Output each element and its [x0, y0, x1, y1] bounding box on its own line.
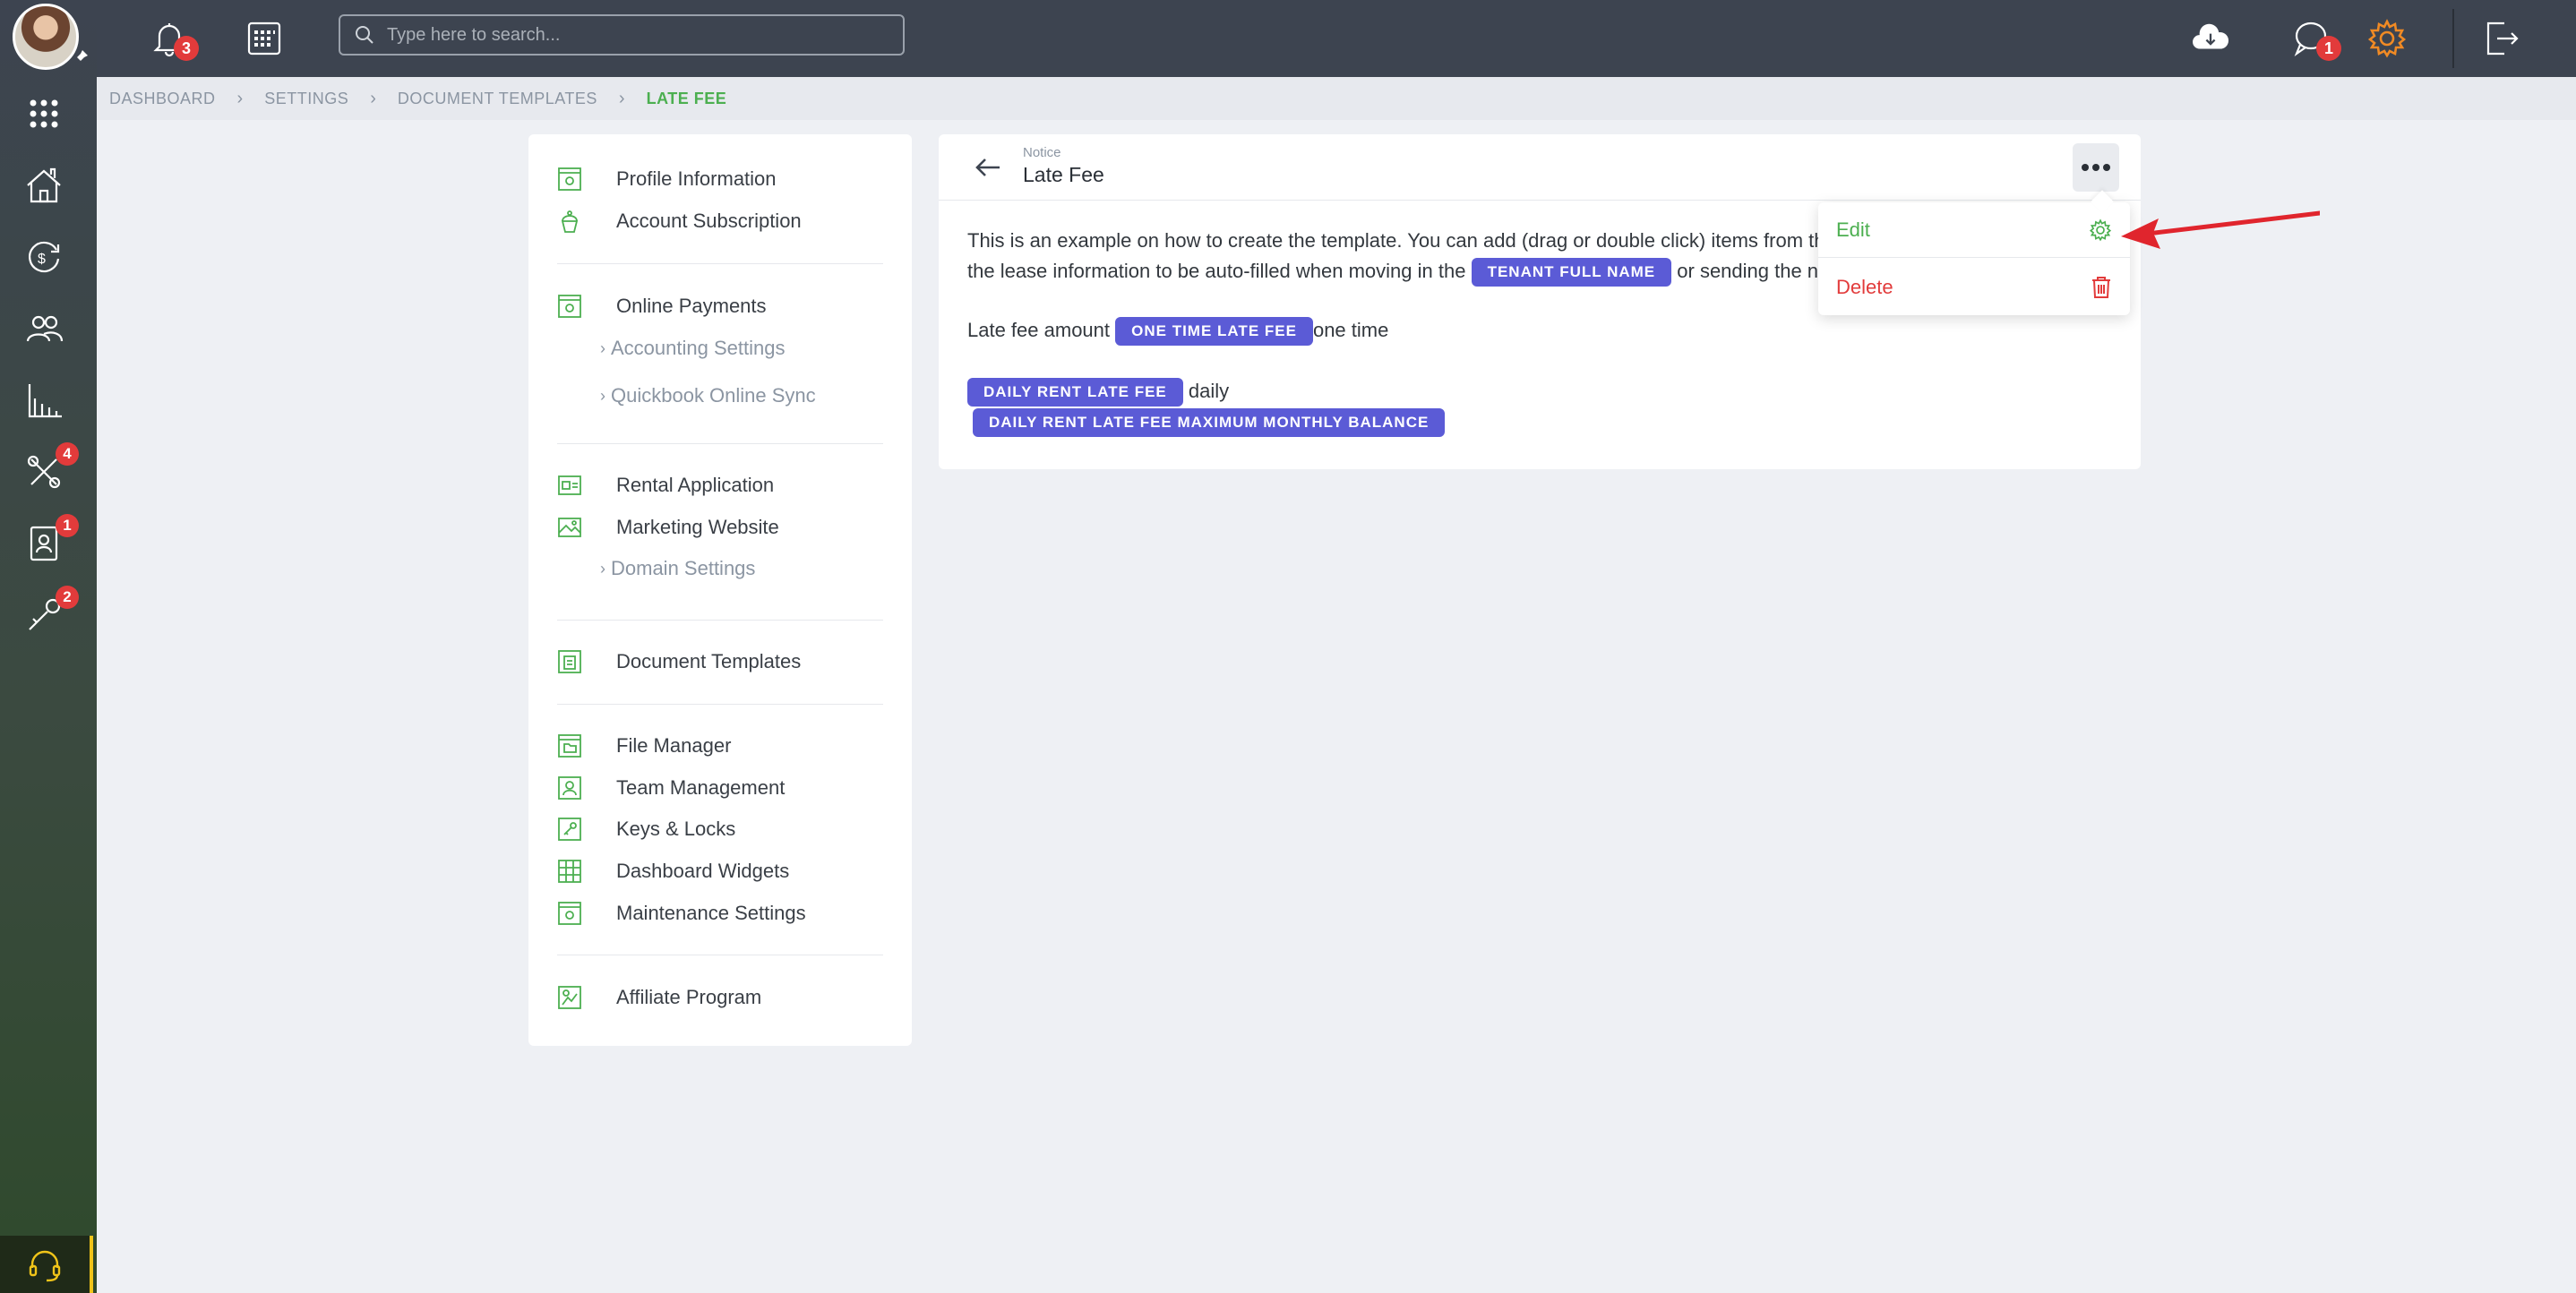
breadcrumb-late-fee: LATE FEE — [646, 89, 727, 107]
team-icon — [558, 776, 581, 800]
breadcrumb-separator: › — [236, 88, 244, 108]
back-arrow-icon[interactable] — [973, 152, 1003, 183]
cloud-download-icon[interactable] — [2184, 14, 2237, 63]
menu-maintenance-settings[interactable]: Maintenance Settings — [557, 901, 806, 926]
key-icon — [558, 818, 581, 841]
payments-icon[interactable]: $ — [20, 233, 68, 281]
delete-menu-item[interactable]: Delete — [1818, 260, 2130, 315]
messages-icon[interactable]: 1 — [2288, 14, 2341, 63]
menu-dashboard-widgets[interactable]: Dashboard Widgets — [557, 859, 789, 884]
menu-divider — [557, 443, 883, 444]
notifications-badge: 3 — [174, 36, 199, 61]
folder-doc-icon — [558, 734, 581, 758]
breadcrumb-dashboard[interactable]: DASHBOARD — [109, 90, 216, 108]
menu-online-payments[interactable]: Online Payments — [557, 294, 767, 319]
gear-icon — [2089, 218, 2112, 241]
chevron-right-icon: › — [600, 559, 605, 578]
tenant-full-name-chip[interactable]: TENANT FULL NAME — [1471, 258, 1672, 287]
edit-menu-item[interactable]: Edit — [1818, 202, 2130, 258]
document-icon — [558, 650, 581, 673]
payments-doc-icon — [558, 295, 581, 318]
affiliate-icon — [558, 986, 581, 1009]
menu-team-management[interactable]: Team Management — [557, 775, 785, 801]
notice-header: Notice Late Fee — [939, 134, 2141, 201]
template-line-5: DAILY RENT LATE FEE MAXIMUM MONTHLY BALA… — [973, 408, 1446, 437]
dot-icon — [2103, 164, 2110, 171]
application-icon — [558, 475, 581, 495]
logout-icon[interactable] — [2477, 14, 2526, 63]
search-icon — [356, 26, 374, 44]
widgets-grid-icon — [558, 860, 581, 883]
menu-document-templates[interactable]: Document Templates — [557, 649, 801, 674]
user-avatar[interactable] — [13, 4, 79, 70]
more-options-button[interactable] — [2073, 143, 2119, 192]
calendar-icon[interactable] — [240, 14, 288, 63]
chevron-right-icon: › — [600, 338, 605, 357]
daily-rent-max-balance-chip[interactable]: DAILY RENT LATE FEE MAXIMUM MONTHLY BALA… — [973, 408, 1446, 437]
pin-icon[interactable] — [72, 48, 90, 66]
tools-badge: 2 — [56, 586, 79, 609]
settings-menu: Profile Information Account Subscription… — [528, 134, 912, 1046]
red-annotation-arrow — [2121, 210, 2320, 249]
template-line-4: DAILY RENT LATE FEE daily — [967, 378, 1229, 407]
apps-grid-icon[interactable] — [20, 90, 68, 138]
support-headset-icon[interactable] — [0, 1236, 93, 1293]
maintenance-doc-icon — [558, 902, 581, 925]
breadcrumb-settings[interactable]: SETTINGS — [264, 90, 348, 108]
profile-doc-icon — [558, 167, 581, 191]
submenu-quickbook-online-sync[interactable]: › Quickbook Online Sync — [600, 384, 816, 407]
options-dropdown: Edit Delete — [1818, 202, 2130, 315]
breadcrumb-separator: › — [370, 88, 376, 108]
messages-badge: 1 — [2316, 36, 2341, 61]
template-line-3: Late fee amount ONE TIME LATE FEE one tim… — [967, 317, 1388, 346]
dot-icon — [2082, 164, 2089, 171]
submenu-domain-settings[interactable]: › Domain Settings — [600, 557, 755, 580]
search-input[interactable] — [387, 24, 889, 46]
template-line-1: This is an example on how to create the … — [967, 229, 1836, 252]
menu-divider — [557, 620, 883, 621]
menu-keys-locks[interactable]: Keys & Locks — [557, 817, 735, 842]
menu-divider — [557, 704, 883, 705]
one-time-late-fee-chip[interactable]: ONE TIME LATE FEE — [1115, 317, 1313, 346]
daily-rent-late-fee-chip[interactable]: DAILY RENT LATE FEE — [967, 378, 1183, 407]
breadcrumb-document-templates[interactable]: DOCUMENT TEMPLATES — [398, 90, 597, 108]
people-icon[interactable] — [20, 304, 68, 353]
left-rail: $ 4 1 2 — [0, 0, 97, 1293]
menu-file-manager[interactable]: File Manager — [557, 733, 731, 758]
properties-icon[interactable] — [20, 161, 68, 210]
top-bar: 3 1 — [97, 0, 2576, 77]
breadcrumb: DASHBOARD › SETTINGS › DOCUMENT TEMPLATE… — [97, 77, 2576, 120]
menu-divider — [557, 263, 883, 264]
tenant-contacts-icon[interactable]: 1 — [20, 514, 79, 568]
trash-icon — [2092, 277, 2110, 298]
settings-gear-icon[interactable] — [2363, 14, 2411, 63]
menu-profile-information[interactable]: Profile Information — [557, 167, 777, 192]
svg-text:$: $ — [38, 252, 46, 267]
notice-title: Late Fee — [1023, 163, 1104, 186]
search-box[interactable] — [339, 14, 905, 56]
breadcrumb-separator: › — [618, 88, 625, 108]
dot-icon — [2092, 164, 2099, 171]
image-icon — [558, 518, 581, 537]
tools-icon[interactable]: 2 — [20, 586, 79, 639]
menu-marketing-website[interactable]: Marketing Website — [557, 515, 779, 540]
topbar-divider — [2452, 9, 2454, 68]
menu-affiliate-program[interactable]: Affiliate Program — [557, 985, 761, 1010]
submenu-accounting-settings[interactable]: › Accounting Settings — [600, 337, 785, 360]
chevron-right-icon: › — [600, 386, 605, 405]
menu-rental-application[interactable]: Rental Application — [557, 473, 774, 498]
tenant-contacts-badge: 1 — [56, 514, 79, 537]
maintenance-icon[interactable]: 4 — [20, 442, 79, 496]
cupcake-icon — [561, 210, 579, 233]
menu-account-subscription[interactable]: Account Subscription — [557, 209, 802, 234]
template-line-2: the lease information to be auto-filled … — [967, 258, 1829, 287]
reports-icon[interactable] — [20, 376, 68, 424]
notifications-bell-icon[interactable]: 3 — [145, 14, 199, 63]
notice-type-label: Notice — [1023, 145, 1061, 160]
maintenance-badge: 4 — [56, 442, 79, 466]
